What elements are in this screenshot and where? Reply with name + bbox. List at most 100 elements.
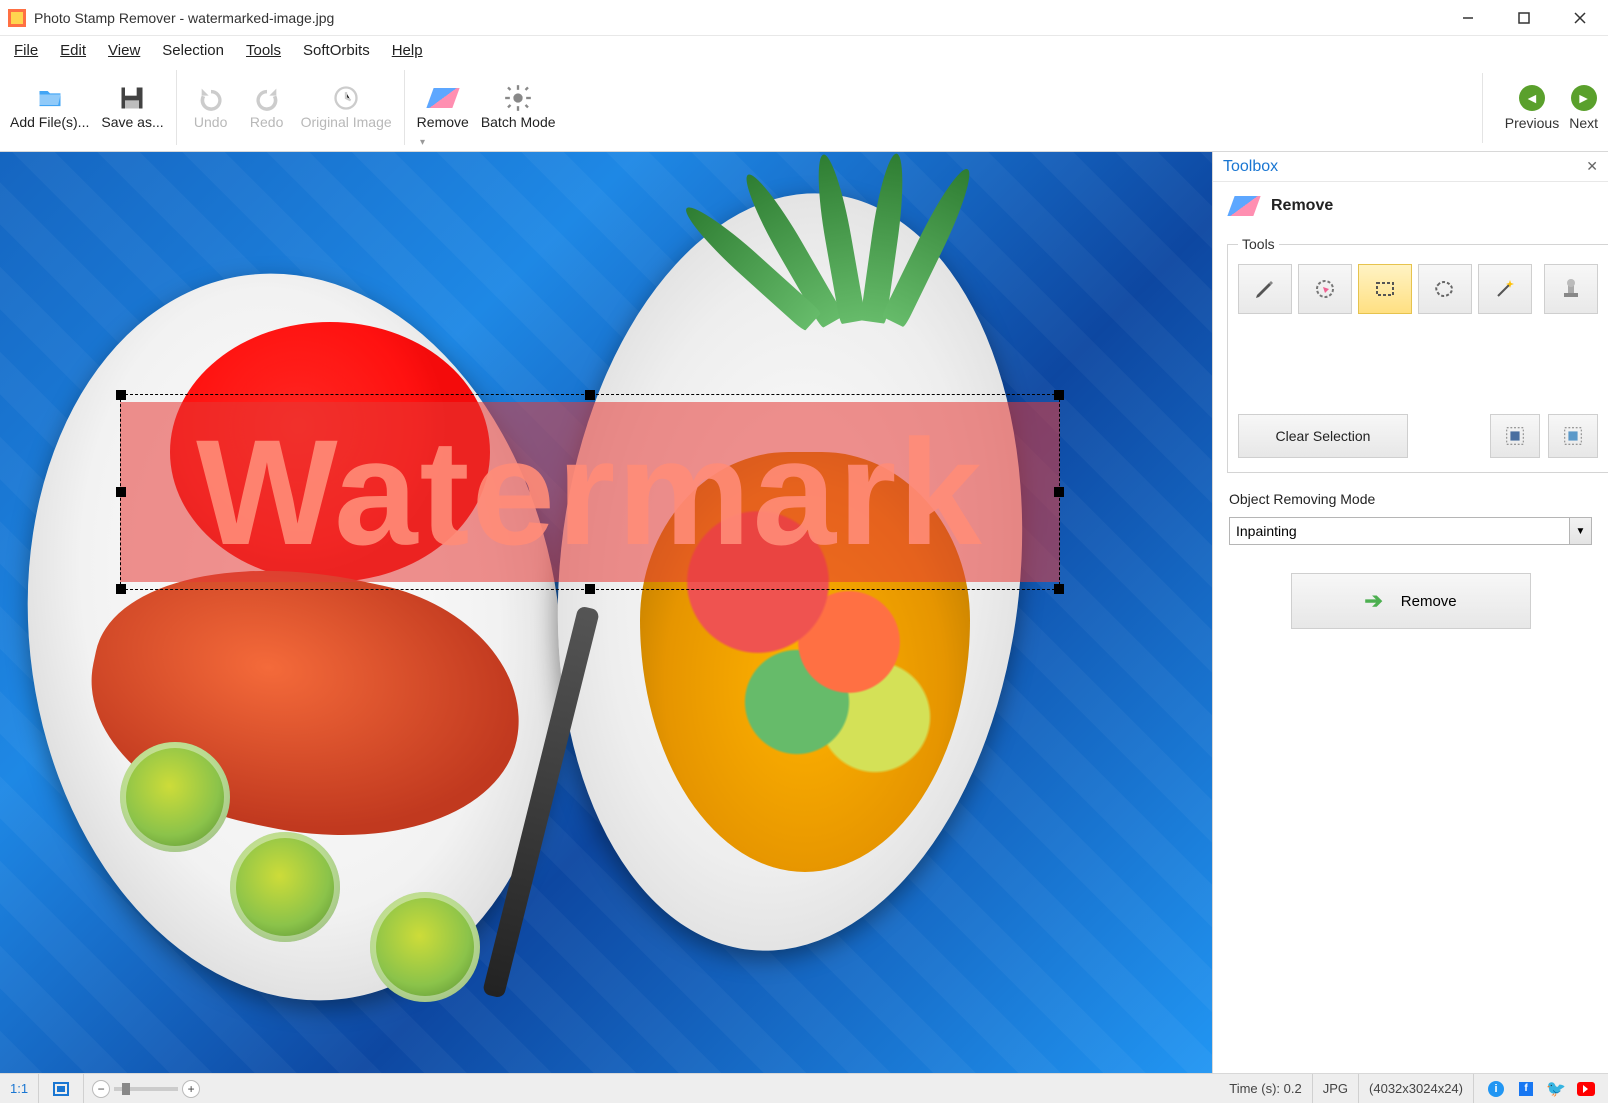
add-files-label: Add File(s)... [10, 114, 89, 131]
selection-handle[interactable] [1054, 584, 1064, 594]
main-area: Watermark Toolbox ✕ Remove Tools [0, 152, 1608, 1073]
selection-handle[interactable] [116, 390, 126, 400]
original-image-label: Original Image [301, 114, 392, 131]
zoom-out-button[interactable]: − [92, 1080, 110, 1098]
tool-color-select[interactable] [1298, 264, 1352, 314]
next-label: Next [1569, 115, 1598, 131]
previous-button[interactable]: ◄ Previous [1505, 85, 1559, 131]
titlebar: Photo Stamp Remover - watermarked-image.… [0, 0, 1608, 36]
toolbox-mode-row: Remove [1213, 182, 1608, 230]
menu-edit[interactable]: Edit [56, 40, 90, 61]
arrow-right-icon: ➔ [1364, 588, 1382, 614]
gear-icon [504, 84, 532, 112]
window-controls [1440, 0, 1608, 36]
menu-file[interactable]: File [10, 40, 42, 61]
zoom-in-button[interactable]: + [182, 1080, 200, 1098]
redo-icon [253, 84, 281, 112]
image-canvas[interactable]: Watermark [0, 152, 1212, 1073]
selection-handle[interactable] [585, 584, 595, 594]
info-icon[interactable]: i [1487, 1080, 1505, 1098]
clear-selection-label: Clear Selection [1276, 428, 1371, 444]
toolbox-panel: Toolbox ✕ Remove Tools Clear Selection [1212, 152, 1608, 1073]
save-icon [118, 84, 146, 112]
zoom-thumb[interactable] [122, 1083, 130, 1095]
undo-label: Undo [194, 114, 227, 131]
save-as-label: Save as... [101, 114, 163, 131]
youtube-icon[interactable] [1577, 1080, 1595, 1098]
remove-label: Remove [417, 114, 469, 131]
remove-action-button[interactable]: ➔ Remove [1291, 573, 1531, 629]
app-icon [8, 9, 26, 27]
batch-mode-label: Batch Mode [481, 114, 556, 131]
chevron-down-icon: ▼ [1569, 518, 1591, 544]
tools-row [1238, 264, 1598, 314]
menu-view[interactable]: View [104, 40, 144, 61]
status-format: JPG [1313, 1074, 1359, 1103]
tool-pencil[interactable] [1238, 264, 1292, 314]
toolbox-close-button[interactable]: ✕ [1586, 158, 1598, 175]
selection-handle[interactable] [116, 487, 126, 497]
save-selection-button[interactable] [1490, 414, 1540, 458]
selection-handle[interactable] [116, 584, 126, 594]
zoom-ratio[interactable]: 1:1 [0, 1074, 39, 1103]
selection-handle[interactable] [585, 390, 595, 400]
status-dimensions: (4032x3024x24) [1359, 1074, 1474, 1103]
object-removing-mode-dropdown[interactable]: Inpainting ▼ [1229, 517, 1592, 545]
menu-help[interactable]: Help [388, 40, 427, 61]
undo-button[interactable]: Undo [183, 80, 239, 135]
tool-stamp[interactable] [1544, 264, 1598, 314]
object-removing-mode-label: Object Removing Mode [1229, 491, 1592, 507]
tool-rectangle-select[interactable] [1358, 264, 1412, 314]
eraser-icon [1227, 196, 1260, 216]
fit-icon [52, 1080, 70, 1098]
twitter-icon[interactable]: 🐦 [1547, 1080, 1565, 1098]
selection-handle[interactable] [1054, 487, 1064, 497]
original-image-button[interactable]: Original Image [295, 80, 398, 135]
remove-action-label: Remove [1401, 593, 1457, 610]
toolbox-title: Toolbox [1223, 158, 1278, 176]
add-files-button[interactable]: Add File(s)... [4, 80, 95, 135]
undo-icon [197, 84, 225, 112]
arrow-right-icon: ► [1571, 85, 1597, 111]
load-selection-button[interactable] [1548, 414, 1598, 458]
statusbar: 1:1 − + Time (s): 0.2 JPG (4032x3024x24)… [0, 1073, 1608, 1103]
menu-softorbits[interactable]: SoftOrbits [299, 40, 374, 61]
tools-fieldset: Tools Clear Selection [1227, 236, 1608, 473]
eraser-icon [429, 84, 457, 112]
next-button[interactable]: ► Next [1569, 85, 1598, 131]
status-time: Time (s): 0.2 [1219, 1074, 1312, 1103]
menu-selection[interactable]: Selection [158, 40, 228, 61]
maximize-button[interactable] [1496, 0, 1552, 36]
close-button[interactable] [1552, 0, 1608, 36]
zoom-slider[interactable]: − + [84, 1080, 208, 1098]
redo-button[interactable]: Redo [239, 80, 295, 135]
toolbox-mode-label: Remove [1271, 197, 1333, 215]
menubar: File Edit View Selection Tools SoftOrbit… [0, 36, 1608, 64]
photo-content [0, 152, 1212, 1073]
fit-to-screen-button[interactable] [39, 1074, 84, 1103]
tools-legend: Tools [1238, 236, 1279, 252]
minimize-button[interactable] [1440, 0, 1496, 36]
history-icon [332, 84, 360, 112]
tool-freeform-select[interactable] [1418, 264, 1472, 314]
toolbar: Add File(s)... Save as... Undo Redo Orig… [0, 64, 1608, 152]
toolbar-overflow-icon[interactable]: ▾ [420, 137, 432, 149]
zoom-track[interactable] [114, 1087, 178, 1091]
clear-selection-row: Clear Selection [1238, 414, 1598, 458]
previous-label: Previous [1505, 115, 1559, 131]
remove-button-toolbar[interactable]: Remove [411, 80, 475, 135]
tool-magic-wand[interactable] [1478, 264, 1532, 314]
facebook-icon[interactable]: f [1517, 1080, 1535, 1098]
redo-label: Redo [250, 114, 283, 131]
arrow-left-icon: ◄ [1519, 85, 1545, 111]
folder-open-icon [36, 84, 64, 112]
clear-selection-button[interactable]: Clear Selection [1238, 414, 1408, 458]
selection-rectangle[interactable] [120, 394, 1060, 590]
toolbox-header: Toolbox ✕ [1213, 152, 1608, 182]
selection-handle[interactable] [1054, 390, 1064, 400]
save-as-button[interactable]: Save as... [95, 80, 169, 135]
dropdown-value: Inpainting [1236, 523, 1297, 539]
batch-mode-button[interactable]: Batch Mode [475, 80, 562, 135]
window-title: Photo Stamp Remover - watermarked-image.… [34, 10, 334, 26]
menu-tools[interactable]: Tools [242, 40, 285, 61]
